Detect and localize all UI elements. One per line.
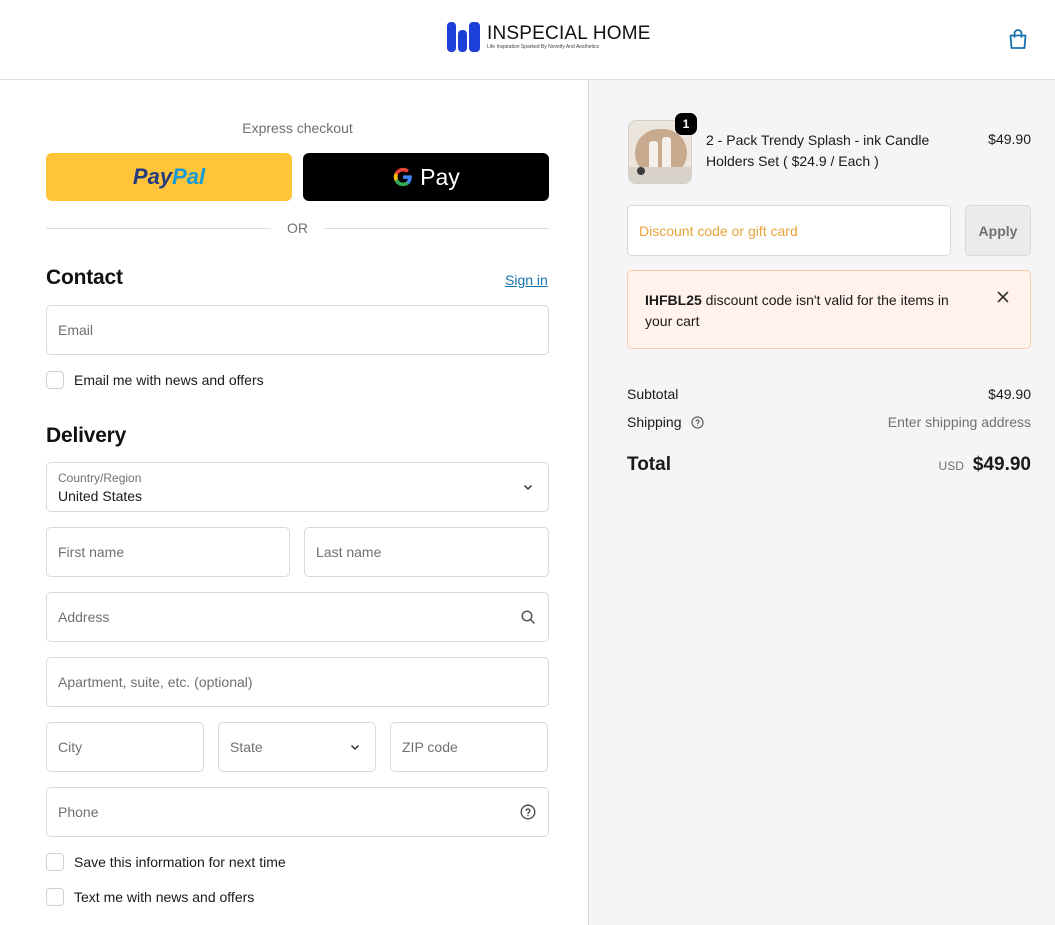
subtotal-row: Subtotal $49.90	[627, 386, 1031, 402]
google-pay-button[interactable]: Pay	[303, 153, 549, 201]
save-info-checkbox[interactable]	[46, 853, 64, 871]
google-g-icon	[393, 167, 412, 187]
or-divider: OR	[46, 218, 549, 238]
subtotal-value: $49.90	[988, 386, 1031, 402]
last-name-field[interactable]: Last name	[304, 527, 549, 577]
quantity-badge: 1	[675, 113, 697, 135]
email-news-checkbox[interactable]	[46, 371, 64, 389]
header: INSPECIAL HOME Life Inspiration Sparked …	[0, 0, 1055, 80]
chevron-down-icon	[350, 744, 360, 751]
text-me-checkbox[interactable]	[46, 888, 64, 906]
zip-field[interactable]: ZIP code	[390, 722, 548, 772]
phone-field[interactable]: Phone	[46, 787, 549, 837]
logo-mark-icon	[447, 22, 480, 52]
text-me-checkbox-row[interactable]: Text me with news and offers	[46, 888, 254, 906]
state-select[interactable]: State	[218, 722, 376, 772]
apartment-field[interactable]: Apartment, suite, etc. (optional)	[46, 657, 549, 707]
email-field[interactable]: Email	[46, 305, 549, 355]
shipping-row: Shipping Enter shipping address	[627, 414, 1031, 430]
store-logo[interactable]: INSPECIAL HOME Life Inspiration Sparked …	[447, 22, 651, 52]
search-icon	[521, 610, 535, 624]
total-row: Total USD $49.90	[627, 454, 1031, 476]
paypal-button[interactable]: Pay Pal	[46, 153, 292, 201]
total-label: Total	[627, 454, 671, 475]
discount-error-alert: IHFBL25 discount code isn't valid for th…	[627, 270, 1031, 349]
chevron-down-icon	[523, 484, 533, 491]
help-circle-icon[interactable]	[691, 416, 704, 429]
discount-code-input[interactable]: Discount code or gift card	[627, 205, 951, 256]
delivery-title: Delivery	[46, 424, 127, 447]
order-summary: 1 2 - Pack Trendy Splash - ink Candle Ho…	[588, 80, 1055, 925]
total-currency: USD	[938, 459, 964, 473]
checkout-form: Express checkout Pay Pal Pay OR Contact S…	[0, 80, 588, 925]
apply-button[interactable]: Apply	[965, 205, 1031, 256]
contact-title: Contact	[46, 266, 123, 289]
sign-in-link[interactable]: Sign in	[505, 272, 548, 288]
discount-code: IHFBL25	[645, 292, 702, 308]
shopping-bag-icon[interactable]	[1006, 27, 1030, 51]
address-field[interactable]: Address	[46, 592, 549, 642]
shipping-label: Shipping	[627, 414, 682, 430]
save-info-checkbox-row[interactable]: Save this information for next time	[46, 853, 286, 871]
close-icon[interactable]	[996, 290, 1010, 304]
total-amount: $49.90	[972, 454, 1031, 475]
first-name-field[interactable]: First name	[46, 527, 290, 577]
product-name: 2 - Pack Trendy Splash - ink Candle Hold…	[706, 132, 930, 169]
shipping-value: Enter shipping address	[887, 414, 1031, 430]
brand-tagline: Life Inspiration Sparked By Novelty And …	[487, 44, 600, 50]
country-select[interactable]: Country/Region United States	[46, 462, 549, 512]
brand-name: INSPECIAL HOME	[487, 23, 651, 44]
product-price: $49.90	[988, 131, 1031, 147]
help-circle-icon[interactable]	[520, 804, 536, 820]
express-checkout-title: Express checkout	[242, 120, 353, 136]
email-news-checkbox-row[interactable]: Email me with news and offers	[46, 371, 264, 389]
google-pay-label: Pay	[420, 163, 460, 190]
city-field[interactable]: City	[46, 722, 204, 772]
subtotal-label: Subtotal	[627, 386, 679, 402]
